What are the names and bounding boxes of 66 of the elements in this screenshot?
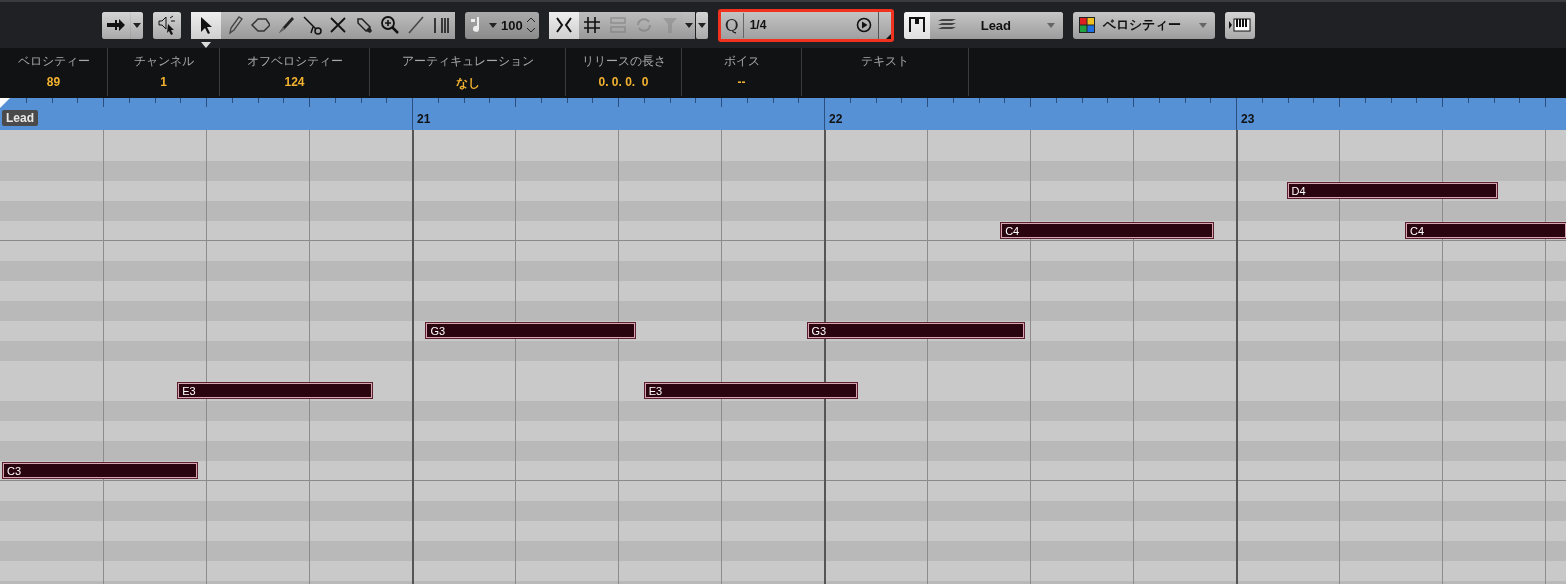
color-scheme-dropdown[interactable]: ベロシティー bbox=[1072, 11, 1215, 39]
velocity-control[interactable]: 100 bbox=[465, 11, 539, 39]
bar-number: 21 bbox=[417, 112, 431, 126]
layers-icon bbox=[936, 18, 957, 32]
keyboard-button[interactable] bbox=[1224, 11, 1255, 39]
color-palette-icon bbox=[1078, 17, 1095, 33]
stacked-bars-icon bbox=[607, 15, 628, 35]
scissors-icon bbox=[302, 15, 322, 35]
feedback-button[interactable] bbox=[153, 11, 181, 39]
dropdown-button[interactable] bbox=[695, 11, 708, 39]
brackets-icon bbox=[907, 16, 926, 34]
tool-button[interactable] bbox=[221, 11, 247, 39]
caret-icon bbox=[1046, 22, 1055, 28]
caret-icon bbox=[133, 22, 141, 28]
quantize-field[interactable]: Q 1/4 bbox=[720, 11, 891, 39]
bar-number: 22 bbox=[829, 112, 843, 126]
note-block[interactable]: C4 bbox=[1001, 223, 1214, 238]
note-block[interactable]: E3 bbox=[178, 383, 372, 398]
part-name-label: Lead bbox=[2, 110, 38, 126]
info-label: ボイス bbox=[723, 53, 760, 70]
glue-tube-icon bbox=[354, 15, 374, 35]
info-label: リリースの長さ bbox=[581, 53, 666, 70]
eraser-icon bbox=[250, 15, 270, 35]
info-value[interactable]: 0. 0. 0. 0 bbox=[598, 75, 649, 89]
snap-button[interactable] bbox=[578, 11, 605, 39]
piano-keys-icon bbox=[1228, 18, 1251, 32]
part-start-icon bbox=[0, 98, 10, 108]
x-icon bbox=[328, 15, 348, 35]
caret-icon bbox=[1198, 22, 1207, 28]
note-block[interactable]: E3 bbox=[644, 383, 857, 398]
zoom-in-icon bbox=[380, 15, 400, 35]
velocity-value: 100 bbox=[501, 17, 523, 33]
speaker-cursor-icon bbox=[157, 15, 177, 35]
dropdown-button[interactable] bbox=[131, 11, 143, 39]
bars-icon bbox=[432, 15, 452, 35]
info-value[interactable]: 89 bbox=[46, 75, 61, 89]
note-block[interactable]: C4 bbox=[1405, 223, 1566, 238]
play-circle-icon bbox=[855, 17, 872, 33]
info-value[interactable]: なし bbox=[455, 75, 480, 92]
info-label: テキスト bbox=[861, 53, 909, 70]
note-block[interactable]: D4 bbox=[1287, 183, 1497, 198]
snap-icon bbox=[553, 15, 574, 35]
corner-caret-icon bbox=[885, 33, 891, 39]
editor-mode-button[interactable] bbox=[102, 11, 130, 39]
note-block[interactable]: G3 bbox=[426, 323, 636, 338]
tool-button[interactable] bbox=[429, 11, 455, 39]
info-value[interactable]: 124 bbox=[284, 75, 305, 89]
toggle-button[interactable] bbox=[903, 11, 930, 39]
info-value[interactable]: 1 bbox=[160, 75, 167, 89]
arrow-right-icon bbox=[106, 17, 126, 33]
caret-icon bbox=[489, 22, 497, 28]
info-value[interactable]: -- bbox=[737, 75, 746, 89]
line-icon bbox=[406, 15, 426, 35]
snap-button[interactable] bbox=[548, 11, 579, 39]
info-label: オフベロシティー bbox=[246, 53, 343, 70]
info-label: アーティキュレーション bbox=[401, 53, 534, 70]
grid-icon bbox=[581, 15, 602, 35]
bar-number: 23 bbox=[1241, 112, 1255, 126]
info-label: チャンネル bbox=[133, 53, 194, 70]
note-block[interactable]: C3 bbox=[3, 463, 197, 478]
quantize-value: 1/4 bbox=[749, 18, 768, 32]
quantize-label: Q bbox=[724, 12, 744, 38]
spinner-icon bbox=[526, 17, 535, 33]
knife-icon bbox=[276, 15, 296, 35]
info-label: ベロシティー bbox=[17, 53, 90, 70]
note-block[interactable]: G3 bbox=[807, 323, 1024, 338]
